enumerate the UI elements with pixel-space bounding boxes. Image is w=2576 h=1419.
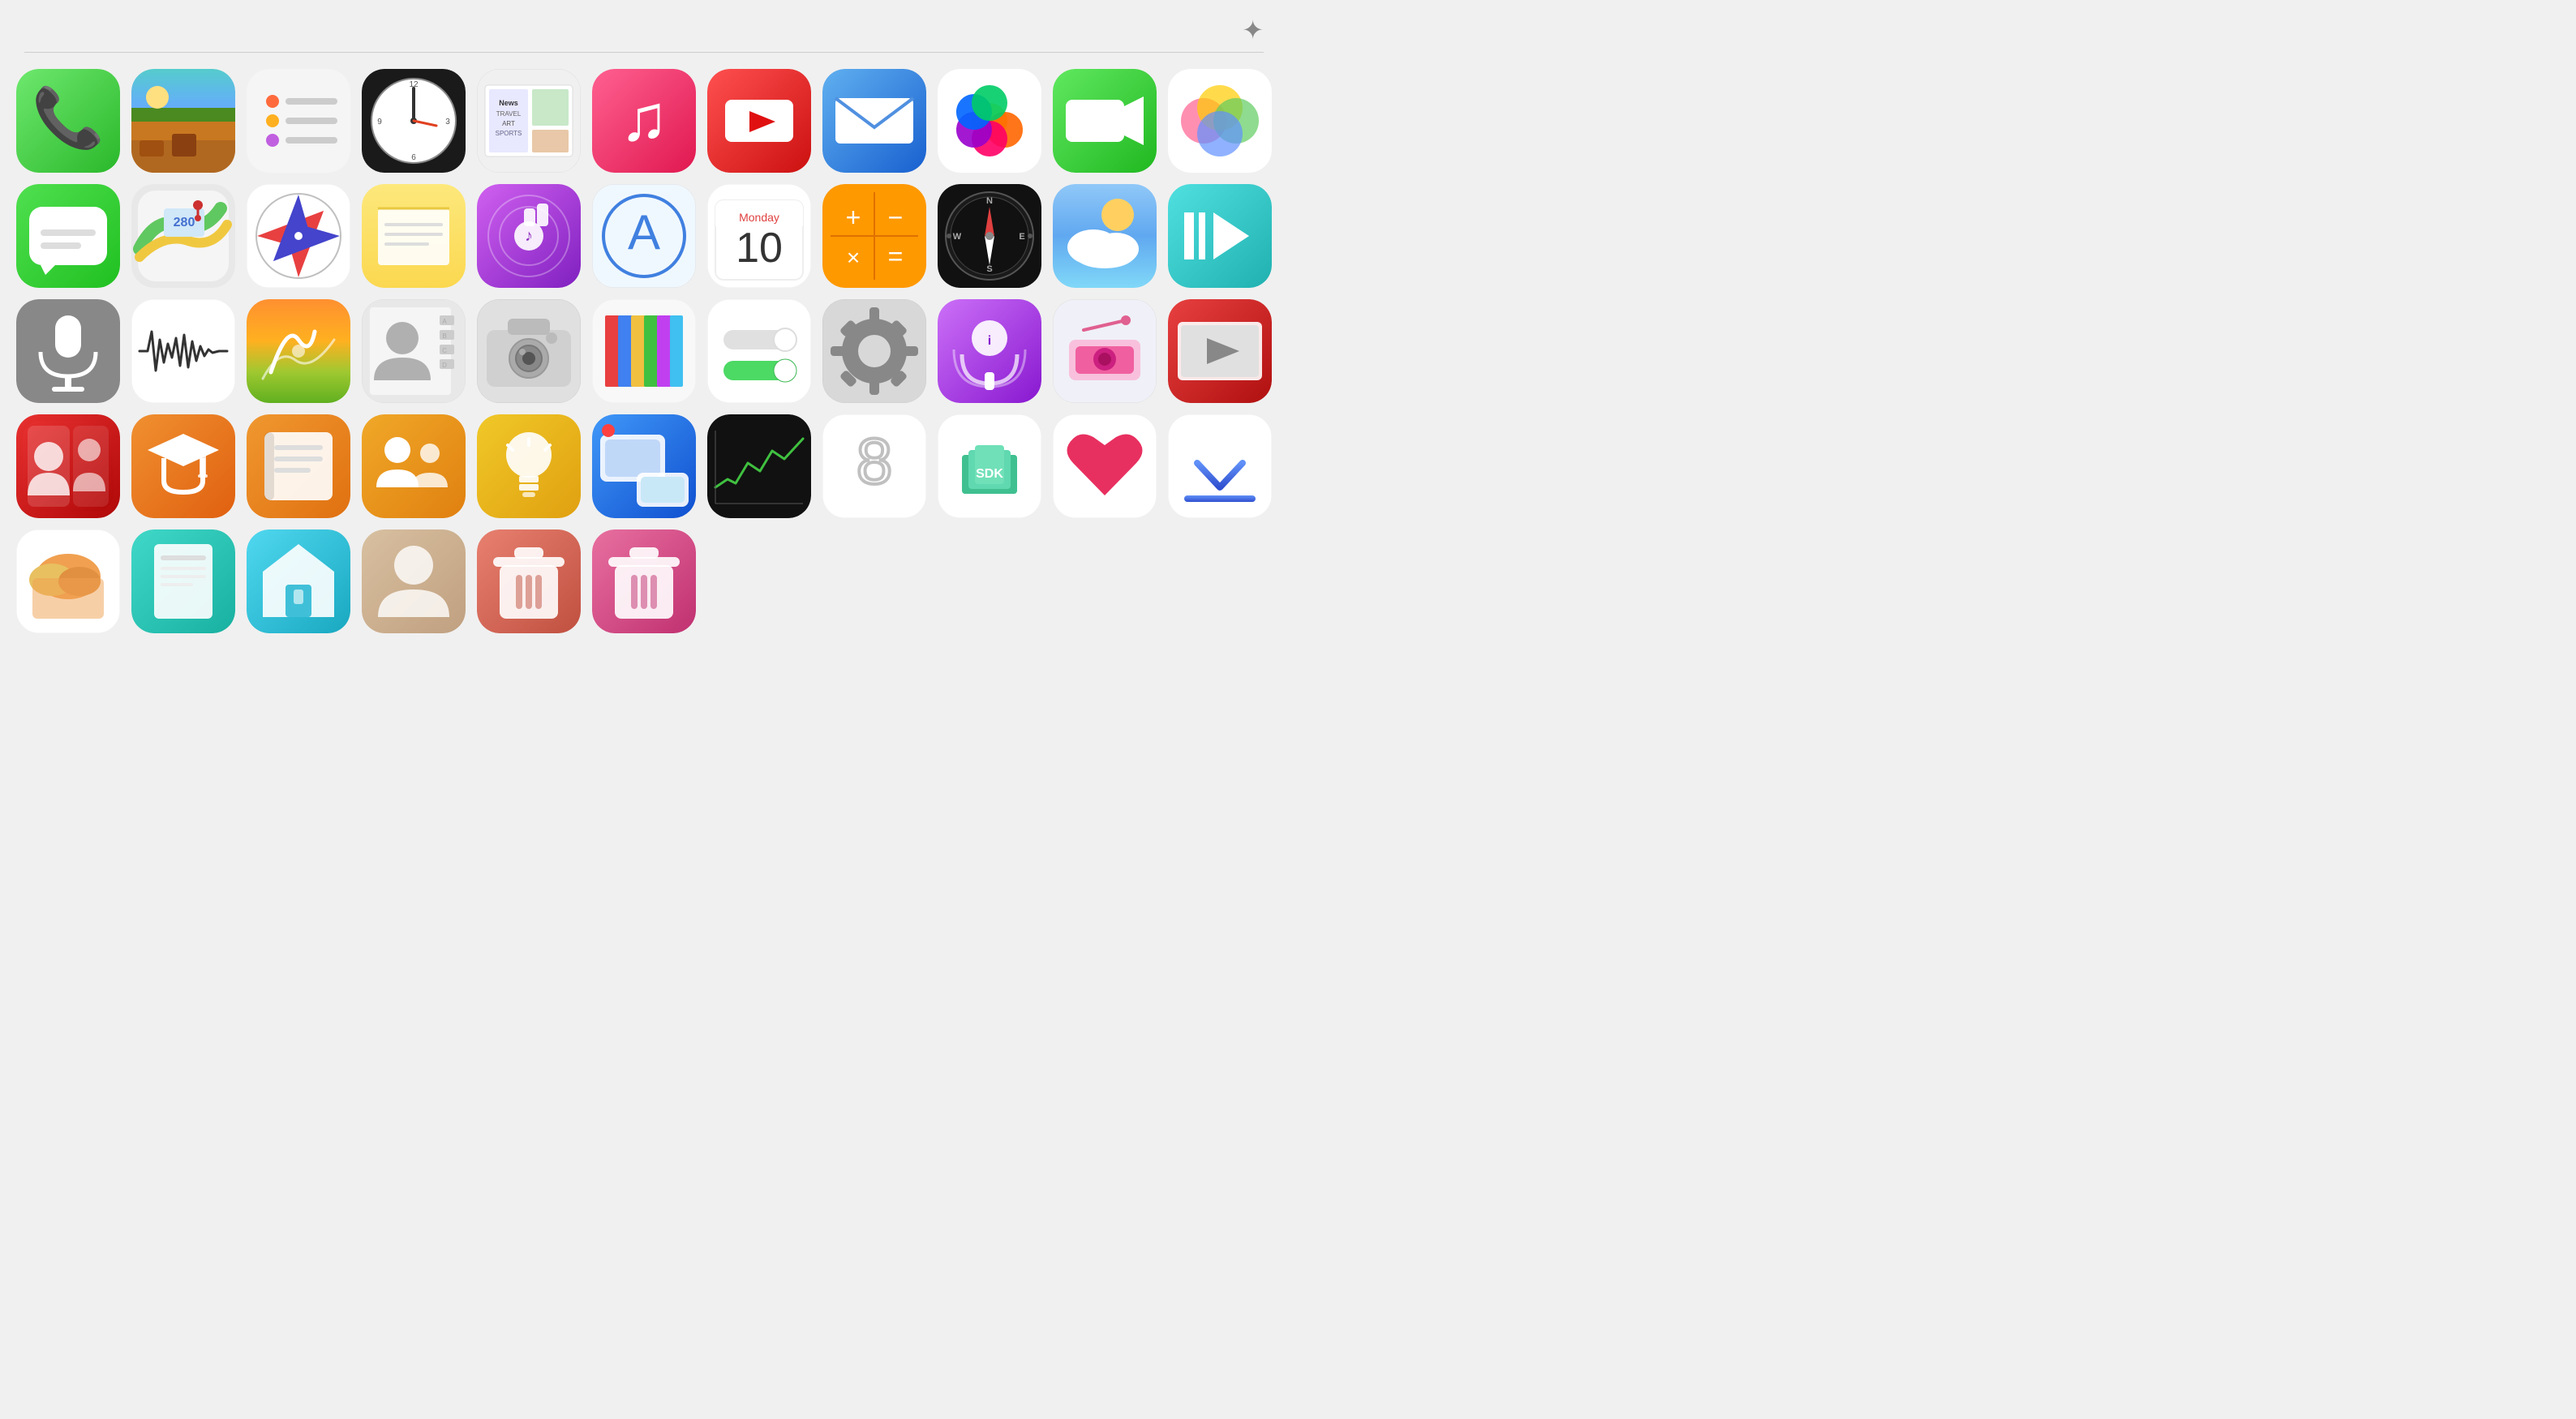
- svg-text:N: N: [986, 196, 993, 206]
- icon-radio[interactable]: [1053, 299, 1157, 403]
- icon-family[interactable]: [362, 414, 466, 518]
- svg-text:W: W: [953, 232, 962, 242]
- icon-pages[interactable]: [131, 529, 235, 633]
- svg-text:8: 8: [857, 425, 893, 497]
- icon-videoscreen[interactable]: [1168, 299, 1272, 403]
- divider: [24, 52, 1264, 53]
- icon-safari[interactable]: [247, 184, 350, 288]
- icon-podcast[interactable]: i: [938, 299, 1041, 403]
- svg-text:280: 280: [174, 216, 195, 229]
- icon-compass[interactable]: N E S W: [938, 184, 1041, 288]
- icon-trashred[interactable]: [477, 529, 581, 633]
- svg-text:SPORTS: SPORTS: [496, 130, 522, 137]
- svg-text:i: i: [988, 334, 991, 348]
- svg-text:A: A: [628, 205, 660, 259]
- icon-trashpink[interactable]: [592, 529, 696, 633]
- icon-itunes[interactable]: ♪: [477, 184, 581, 288]
- svg-text:SDK: SDK: [976, 467, 1003, 481]
- svg-text:9: 9: [377, 118, 382, 126]
- icon-mail[interactable]: [822, 69, 926, 173]
- icon-youtube[interactable]: [707, 69, 811, 173]
- icons-grid: 📞12369NewsTRAVELARTSPORTS♫280♪AMonday10+…: [0, 61, 1288, 649]
- svg-text:=: =: [888, 242, 904, 271]
- icon-contacts[interactable]: ABC D: [362, 299, 466, 403]
- icon-homekit[interactable]: [247, 529, 350, 633]
- logo-scribble: ✦: [1242, 15, 1264, 45]
- page-header: ✦: [0, 0, 1288, 52]
- icon-gamecenter[interactable]: [1168, 69, 1272, 173]
- icon-ios8[interactable]: 8: [822, 414, 926, 518]
- svg-text:TRAVEL: TRAVEL: [496, 110, 522, 118]
- svg-text:6: 6: [411, 153, 416, 162]
- svg-text:−: −: [888, 203, 904, 232]
- icon-ibooks[interactable]: [592, 299, 696, 403]
- svg-text:Monday: Monday: [739, 211, 779, 224]
- svg-text:♪: ♪: [525, 227, 533, 245]
- icon-imovie[interactable]: [1168, 184, 1272, 288]
- icon-photos[interactable]: [938, 69, 1041, 173]
- svg-text:B: B: [442, 332, 446, 340]
- icon-persontan[interactable]: [362, 529, 466, 633]
- svg-text:+: +: [846, 203, 861, 232]
- icon-screenmirror[interactable]: [592, 414, 696, 518]
- svg-text:10: 10: [736, 225, 783, 272]
- icon-clock[interactable]: 12 3 6 9: [362, 69, 466, 173]
- svg-text:C: C: [442, 347, 447, 354]
- icon-facetime[interactable]: [1053, 69, 1157, 173]
- icon-reminders[interactable]: [247, 69, 350, 173]
- icon-voicememos[interactable]: [131, 299, 235, 403]
- icon-cloudmovie[interactable]: [16, 529, 120, 633]
- icon-calculator[interactable]: +− × =: [822, 184, 926, 288]
- icon-calendar[interactable]: Monday10: [707, 184, 811, 288]
- svg-text:E: E: [1019, 232, 1024, 242]
- icon-appstore[interactable]: A: [592, 184, 696, 288]
- svg-text:S: S: [986, 264, 992, 274]
- icon-switch[interactable]: [707, 299, 811, 403]
- icon-camera[interactable]: [477, 299, 581, 403]
- svg-text:♫: ♫: [620, 82, 668, 154]
- svg-text:📞: 📞: [32, 81, 105, 151]
- icon-download[interactable]: [1168, 414, 1272, 518]
- icon-weather[interactable]: [1053, 184, 1157, 288]
- icon-lightbulb[interactable]: [477, 414, 581, 518]
- icon-health[interactable]: [1053, 414, 1157, 518]
- svg-text:3: 3: [445, 118, 450, 126]
- icon-facecontact[interactable]: [16, 414, 120, 518]
- icon-newsstand[interactable]: News TRAVEL ART SPORTS: [477, 69, 581, 173]
- icon-scenic[interactable]: [131, 69, 235, 173]
- icon-stocks[interactable]: [707, 414, 811, 518]
- icon-dayone[interactable]: [247, 299, 350, 403]
- meta-block: ✦: [1226, 15, 1264, 45]
- icon-music[interactable]: ♫: [592, 69, 696, 173]
- icon-maps[interactable]: 280: [131, 184, 235, 288]
- svg-text:D: D: [442, 362, 447, 369]
- icon-messages[interactable]: [16, 184, 120, 288]
- svg-text:News: News: [499, 99, 518, 107]
- icon-microphone[interactable]: [16, 299, 120, 403]
- icon-phone[interactable]: 📞: [16, 69, 120, 173]
- icon-sdk[interactable]: SDK: [938, 414, 1041, 518]
- svg-text:×: ×: [847, 245, 860, 270]
- icon-ibook[interactable]: [247, 414, 350, 518]
- svg-text:12: 12: [409, 80, 419, 89]
- icon-settings[interactable]: [822, 299, 926, 403]
- svg-text:A: A: [442, 318, 447, 325]
- svg-text:ART: ART: [502, 120, 515, 127]
- icon-notes[interactable]: [362, 184, 466, 288]
- icon-graduation[interactable]: [131, 414, 235, 518]
